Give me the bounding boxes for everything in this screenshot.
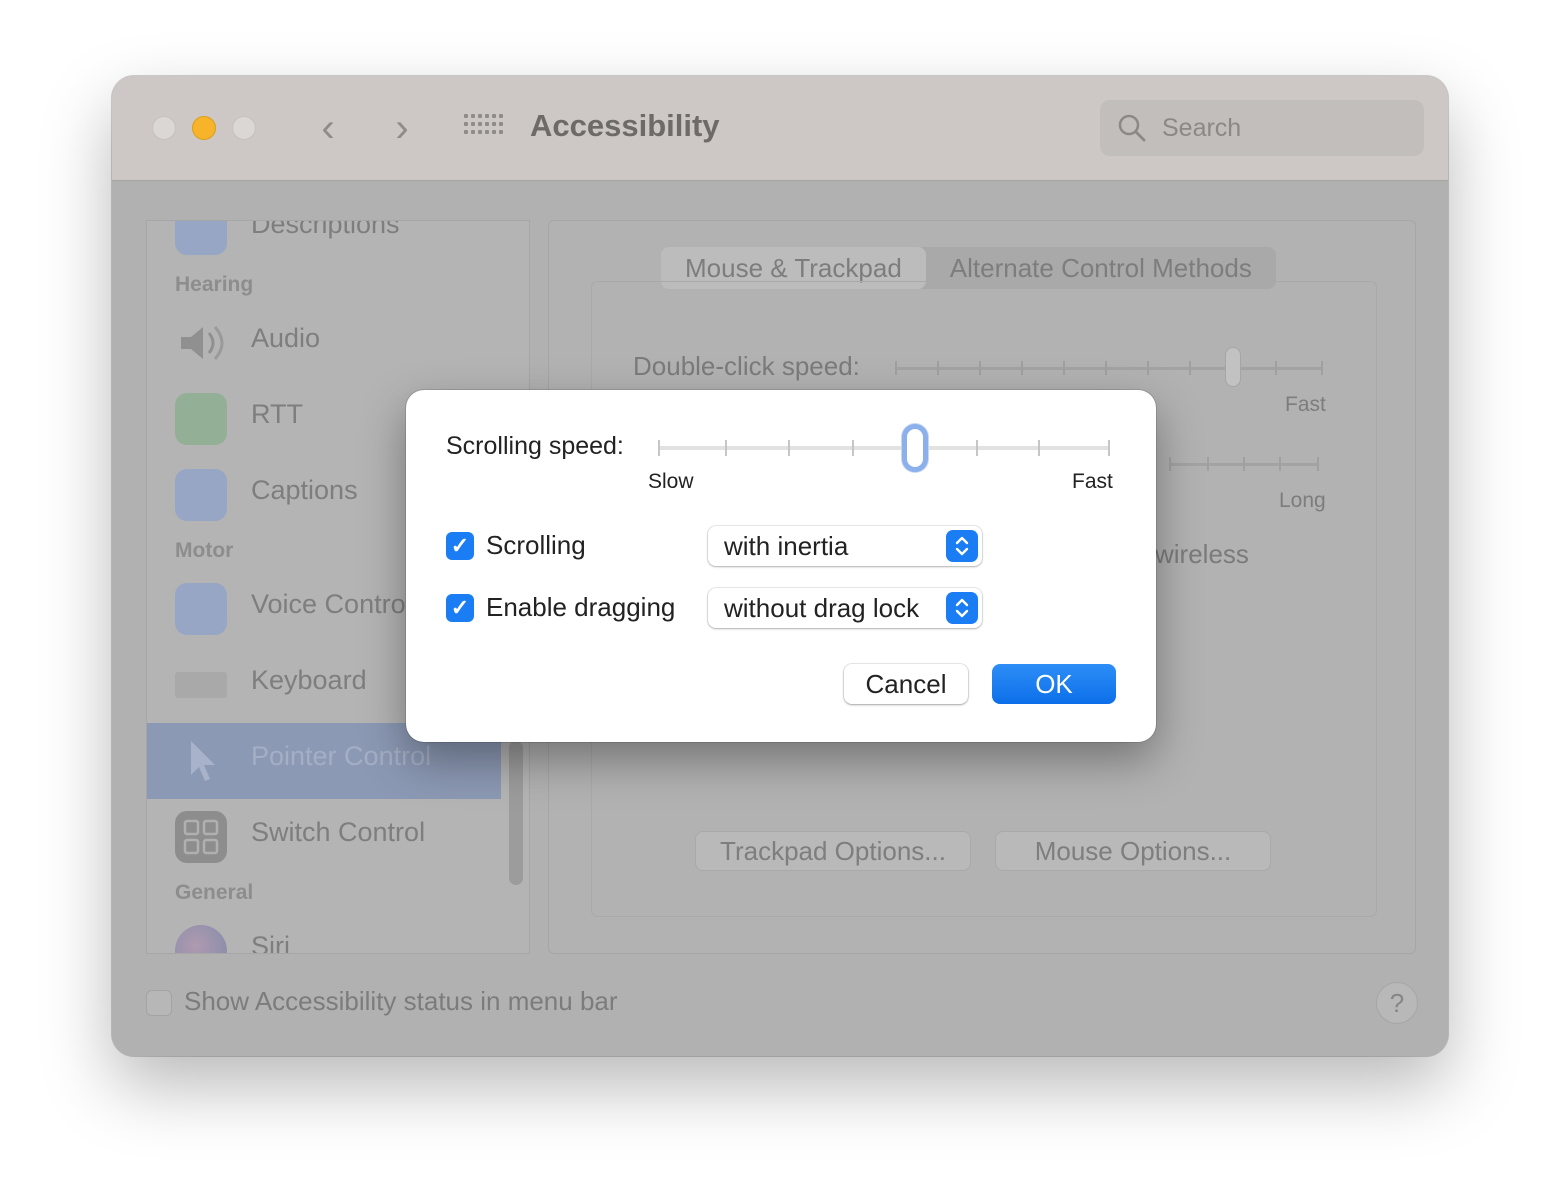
slider-tick — [1321, 361, 1323, 375]
enable-dragging-checkbox[interactable]: ✓ — [446, 594, 474, 622]
cancel-button[interactable]: Cancel — [844, 664, 968, 704]
ok-button[interactable]: OK — [992, 664, 1116, 704]
siri-icon — [175, 925, 227, 953]
zoom-button[interactable] — [232, 116, 256, 140]
slider-tick — [852, 440, 854, 456]
slider-tick — [976, 440, 978, 456]
search-input[interactable] — [1162, 100, 1402, 156]
dragging-popup-value: without drag lock — [724, 593, 920, 623]
scrolling-popup-value: with inertia — [724, 531, 849, 561]
window-title: Accessibility — [530, 108, 720, 143]
slider-tick — [1169, 457, 1171, 471]
sidebar-item-label: Voice Control — [251, 589, 412, 619]
switch-control-icon — [175, 811, 227, 863]
slider-tick — [725, 440, 727, 456]
keyboard-icon — [175, 672, 227, 698]
double-click-speed-knob[interactable] — [1225, 347, 1241, 387]
sidebar-item-label: Switch Control — [251, 817, 426, 847]
sidebar-item-label: Siri — [251, 931, 290, 954]
double-click-speed-track[interactable] — [895, 367, 1323, 370]
descriptions-icon — [175, 221, 227, 255]
trackpad-options-button[interactable]: Trackpad Options... — [695, 831, 971, 871]
scrolling-popup[interactable]: with inertia — [708, 526, 982, 566]
double-click-speed-label: Double-click speed: — [633, 351, 860, 381]
sidebar-item-descriptions[interactable]: Descriptions — [147, 220, 501, 267]
search-icon — [1118, 114, 1146, 142]
back-chevron-icon[interactable]: ‹ — [308, 108, 348, 149]
slider-tick — [937, 361, 939, 375]
double-click-speed-max-label: Fast — [1285, 393, 1326, 416]
sidebar-item-label: Audio — [251, 323, 321, 353]
scrolling-speed-label: Scrolling speed: — [446, 432, 624, 460]
help-button[interactable]: ? — [1376, 982, 1418, 1024]
slider-tick — [1317, 457, 1319, 471]
sidebar-scrollbar[interactable] — [509, 741, 523, 885]
speaker-icon — [181, 326, 224, 360]
scrolling-speed-knob[interactable] — [902, 424, 928, 472]
scrolling-speed-min-label: Slow — [648, 470, 694, 493]
pointer-icon — [191, 741, 215, 781]
slider-tick — [1108, 440, 1110, 456]
wireless-text: wireless — [1155, 539, 1249, 569]
slider-tick — [979, 361, 981, 375]
voice-control-icon — [175, 583, 227, 635]
slider-tick — [895, 361, 897, 375]
slider-tick — [1038, 440, 1040, 456]
sidebar-item-label: Captions — [251, 475, 358, 505]
sidebar-item-switch-control[interactable]: Switch Control — [147, 799, 501, 875]
scrolling-speed-max-label: Fast — [1072, 470, 1113, 493]
sidebar-item-label: Descriptions — [251, 220, 400, 239]
slider-tick — [1243, 457, 1245, 471]
slider-tick — [658, 440, 660, 456]
sidebar-item-label: RTT — [251, 399, 303, 429]
sidebar-item-audio[interactable]: Audio — [147, 305, 501, 381]
minimize-button[interactable] — [192, 116, 216, 140]
close-button[interactable] — [152, 116, 176, 140]
show-status-label: Show Accessibility status in menu bar — [184, 986, 618, 1016]
show-status-checkbox[interactable] — [146, 990, 172, 1016]
slider-tick — [1147, 361, 1149, 375]
sidebar-section-general: General — [175, 881, 254, 904]
trackpad-options-sheet: Scrolling speed: Slow Fast ✓ Scrolling w… — [406, 390, 1156, 742]
dragging-popup[interactable]: without drag lock — [708, 588, 982, 628]
titlebar: ‹ › Accessibility — [112, 76, 1448, 181]
slider-tick — [1189, 361, 1191, 375]
scrolling-checkbox[interactable]: ✓ — [446, 532, 474, 560]
search-field[interactable] — [1100, 100, 1424, 156]
forward-chevron-icon[interactable]: › — [382, 108, 422, 149]
scrolling-label: Scrolling — [486, 530, 586, 560]
slider-tick — [1207, 457, 1209, 471]
sidebar-section-hearing: Hearing — [175, 273, 254, 296]
show-all-grid-icon[interactable] — [464, 114, 503, 142]
slider-tick — [1063, 361, 1065, 375]
mouse-options-button[interactable]: Mouse Options... — [995, 831, 1271, 871]
slider-tick — [1105, 361, 1107, 375]
captions-icon — [175, 469, 227, 521]
spring-loading-max-label: Long — [1279, 489, 1326, 512]
sidebar-item-label: Pointer Control — [251, 741, 432, 771]
sidebar-section-motor: Motor — [175, 539, 234, 562]
slider-tick — [1279, 457, 1281, 471]
rtt-phone-icon — [175, 393, 227, 445]
up-down-chevron-icon — [946, 530, 978, 562]
slider-tick — [788, 440, 790, 456]
slider-tick — [1021, 361, 1023, 375]
sidebar-item-label: Keyboard — [251, 665, 367, 695]
sidebar-item-siri[interactable]: Siri — [147, 913, 501, 954]
enable-dragging-label: Enable dragging — [486, 592, 676, 622]
slider-tick — [1275, 361, 1277, 375]
up-down-chevron-icon — [946, 592, 978, 624]
